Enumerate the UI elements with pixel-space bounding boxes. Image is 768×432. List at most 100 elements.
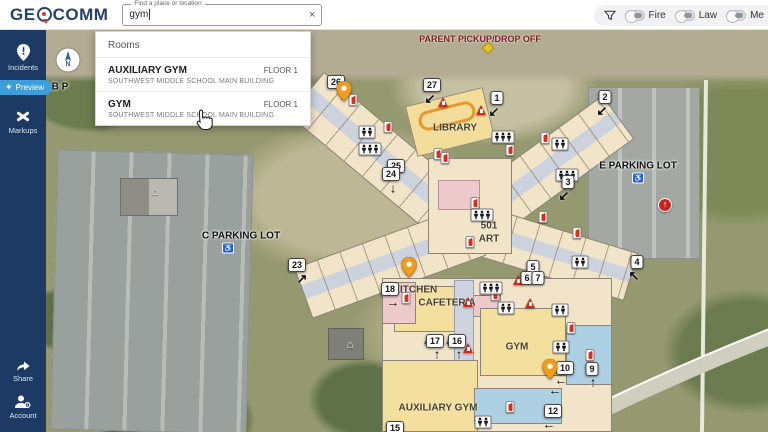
filter-icon[interactable] [604, 10, 616, 22]
restroom-icon [359, 143, 382, 156]
account-icon [15, 395, 31, 409]
house-icon: ⌂ [152, 186, 159, 198]
hazard-triangle-icon [463, 297, 473, 307]
restroom-icon [498, 302, 515, 315]
search-results-dropdown: Rooms AUXILIARY GYM FLOOR 1 SOUTHWEST MI… [95, 31, 311, 126]
compass-icon[interactable]: N [55, 47, 81, 73]
result-floor: FLOOR 1 [264, 100, 298, 109]
fire-extinguisher-icon [541, 132, 550, 144]
accessible-parking-icon: ♿ [632, 173, 644, 184]
hazard-triangle-icon [438, 97, 448, 107]
fire-toggle-label: Fire [649, 10, 666, 21]
sidebar-item-preview[interactable]: ✦ Preview [0, 80, 52, 95]
restroom-icon [475, 416, 492, 429]
exit-arrow-27: ↙ [425, 91, 436, 107]
clear-search-icon[interactable]: × [309, 9, 315, 21]
logo-text-comm: COMM [53, 5, 109, 25]
preview-icon: ✦ [5, 82, 13, 93]
fire-extinguisher-icon [586, 349, 595, 361]
restroom-icon [553, 341, 570, 354]
location-pin-icon[interactable] [402, 257, 417, 282]
medical-toggle-track[interactable] [726, 10, 746, 21]
accessible-parking-icon: ♿ [222, 243, 234, 254]
result-floor: FLOOR 1 [264, 66, 298, 75]
exit-marker-24[interactable]: 24 [382, 167, 400, 181]
hazard-triangle-icon [476, 105, 486, 115]
law-toggle[interactable]: Law [675, 10, 717, 21]
fire-extinguisher-icon [384, 121, 393, 133]
result-title: AUXILIARY GYM [108, 65, 187, 76]
fire-extinguisher-icon [506, 144, 515, 156]
exit-marker-27[interactable]: 27 [423, 78, 441, 92]
sidebar-item-share[interactable]: Share [0, 359, 46, 383]
restroom-icon [480, 282, 503, 295]
fire-extinguisher-icon [402, 292, 411, 304]
emergency-exit-icon: ↑ [658, 198, 672, 212]
search-label: Find a place or location [131, 0, 204, 7]
exit-marker-7[interactable]: 7 [531, 271, 544, 285]
fire-extinguisher-icon [466, 236, 475, 248]
exit-arrow-extra: ← [549, 383, 562, 398]
hazard-triangle-icon [525, 298, 535, 308]
sidebar-item-incidents[interactable]: Incidents [0, 44, 46, 72]
sidebar: Incidents ✦ Preview Markups Share [0, 30, 46, 432]
exit-arrow-24: ↓ [390, 181, 397, 196]
fire-toggle-track[interactable] [625, 10, 645, 21]
result-auxiliary-gym[interactable]: AUXILIARY GYM FLOOR 1 SOUTHWEST MIDDLE S… [96, 58, 310, 92]
exit-arrow-2: ↙ [597, 103, 608, 119]
location-pin-icon[interactable] [543, 359, 558, 384]
exit-arrow-9: ↑ [590, 375, 597, 390]
result-subtitle: SOUTHWEST MIDDLE SCHOOL MAIN BUILDING [108, 78, 298, 85]
fire-extinguisher-icon [573, 227, 582, 239]
markup-tools-icon [15, 109, 31, 124]
app-window: N PARENT PICKUP/DROP OFFLIBRARY501ARTKIT… [0, 0, 768, 432]
incident-pin-icon [16, 44, 31, 61]
result-gym[interactable]: GYM FLOOR 1 SOUTHWEST MIDDLE SCHOOL MAIN… [96, 92, 310, 125]
fire-extinguisher-icon [539, 211, 548, 223]
share-icon [15, 359, 31, 372]
exit-arrow-3: ↙ [559, 188, 570, 204]
restroom-icon [492, 131, 515, 144]
logo-pin-icon [37, 7, 52, 22]
exit-arrow-23: ↗ [297, 271, 308, 287]
exit-marker-15[interactable]: 15 [386, 421, 404, 432]
svg-text:N: N [65, 61, 70, 68]
restroom-icon [552, 304, 569, 317]
result-subtitle: SOUTHWEST MIDDLE SCHOOL MAIN BUILDING [108, 112, 298, 119]
law-toggle-label: Law [699, 10, 717, 21]
search-value: gym [129, 9, 148, 20]
geocomm-logo: GE COMM [10, 5, 108, 25]
exit-arrow-18: → [387, 295, 400, 310]
exit-marker-4[interactable]: 4 [630, 255, 643, 269]
location-pin-icon[interactable] [337, 81, 352, 106]
law-toggle-track[interactable] [675, 10, 695, 21]
sidebar-label-preview: Preview [16, 83, 44, 92]
house-icon: ⌂ [347, 339, 354, 351]
results-header: Rooms [96, 32, 310, 58]
fire-extinguisher-icon [506, 401, 515, 413]
search-input[interactable]: Find a place or location gym × [122, 4, 322, 26]
restroom-icon [572, 256, 589, 269]
fire-extinguisher-icon [441, 152, 450, 164]
sidebar-label-markups: Markups [9, 126, 38, 135]
map-layer-controls: Fire Law Me [594, 5, 768, 26]
restroom-icon [471, 209, 494, 222]
exit-marker-2[interactable]: 2 [598, 90, 611, 104]
fire-toggle[interactable]: Fire [625, 10, 666, 21]
medical-toggle[interactable]: Me [726, 10, 764, 21]
exit-marker-23[interactable]: 23 [288, 258, 306, 272]
sidebar-label-incidents: Incidents [8, 63, 38, 72]
exit-arrow-12: ← [543, 417, 556, 432]
sidebar-item-account[interactable]: Account [0, 395, 46, 420]
result-title: GYM [108, 99, 131, 110]
exit-marker-1[interactable]: 1 [490, 91, 503, 105]
restroom-icon [359, 126, 376, 139]
restroom-icon [552, 138, 569, 151]
logo-text-ge: GE [10, 5, 36, 25]
exit-arrow-16: ↑ [456, 347, 463, 362]
sidebar-item-markups[interactable]: Markups [0, 109, 46, 135]
exit-arrow-4: ↖ [629, 268, 640, 284]
outbuilding [120, 178, 178, 216]
exit-marker-3[interactable]: 3 [561, 175, 574, 189]
exit-arrow-1: ↙ [489, 104, 500, 120]
